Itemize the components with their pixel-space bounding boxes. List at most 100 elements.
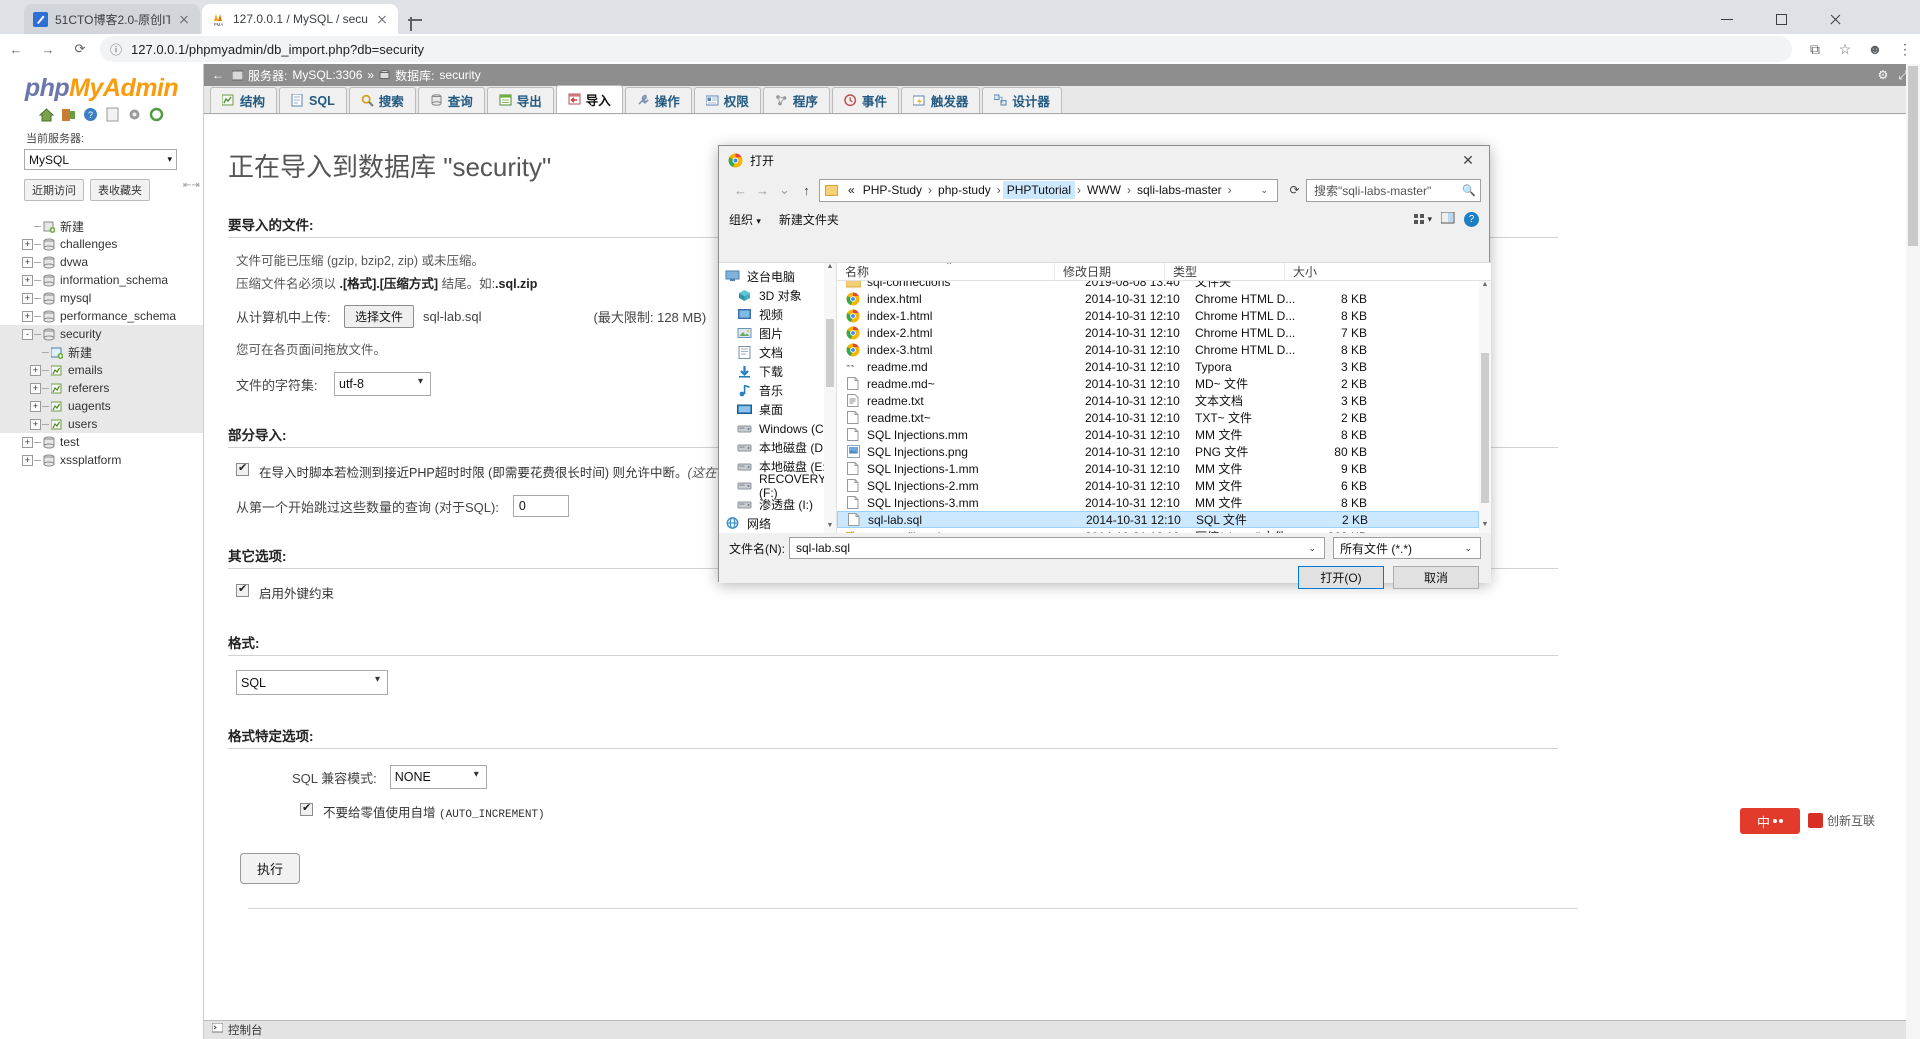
ime-indicator[interactable]: 中 xyxy=(1740,808,1800,834)
place-item[interactable]: 图片 xyxy=(719,324,836,343)
scroll-up-icon[interactable]: ▲ xyxy=(824,263,836,275)
bookmark-star-icon[interactable]: ☆ xyxy=(1830,34,1860,64)
new-folder-button[interactable]: 新建文件夹 xyxy=(779,211,839,228)
tab-搜索[interactable]: 搜索 xyxy=(348,87,416,113)
db-tree-node[interactable]: + information_schema xyxy=(0,271,203,289)
place-item[interactable]: 桌面 xyxy=(719,400,836,419)
file-row[interactable]: sql-lab.sql 2014-10-31 12:10 SQL 文件 2 KB xyxy=(837,511,1479,528)
reload-button[interactable]: ⟳ xyxy=(64,34,96,64)
tab-程序[interactable]: 程序 xyxy=(762,87,830,113)
tab-导出[interactable]: 导出 xyxy=(486,87,554,113)
tree-expander-icon[interactable]: + xyxy=(30,382,41,394)
place-item[interactable]: 网络 xyxy=(719,514,836,533)
exit-icon[interactable] xyxy=(61,107,76,122)
place-item[interactable]: 音乐 xyxy=(719,381,836,400)
file-row[interactable]: readme.txt~ 2014-10-31 12:10 TXT~ 文件 2 KB xyxy=(837,409,1479,426)
db-tree-node[interactable]: + referers xyxy=(0,379,203,397)
dialog-back-button[interactable]: ← xyxy=(731,179,750,201)
cancel-button[interactable]: 取消 xyxy=(1393,566,1479,589)
choose-file-button[interactable]: 选择文件 xyxy=(344,304,415,328)
path-crumb[interactable]: « xyxy=(844,181,859,199)
db-tree-node[interactable]: + challenges xyxy=(0,235,203,253)
browser-tab-0[interactable]: 51CTO博客2.0-原创IT技术文章 xyxy=(24,4,200,34)
path-breadcrumb-bar[interactable]: «PHP-Study › php-study › PHPTutorial › WWW › sql… xyxy=(819,178,1278,202)
dialog-forward-button[interactable]: → xyxy=(753,179,772,201)
tab-设计器[interactable]: 设计器 xyxy=(982,87,1062,113)
phpmyadmin-logo[interactable]: phpMyAdmin xyxy=(0,74,203,103)
foreign-key-checkbox[interactable] xyxy=(236,582,249,598)
tree-expander-icon[interactable]: + xyxy=(30,364,41,376)
help-icon[interactable]: ? xyxy=(83,107,98,122)
file-row[interactable]: SQL Injections.png 2014-10-31 12:10 PNG 文件… xyxy=(837,443,1479,460)
organize-button[interactable]: 组织 ▾ xyxy=(729,211,761,228)
page-scrollbar[interactable] xyxy=(1906,64,1920,1039)
filetype-select[interactable]: 所有文件 (*.*) ⌄ xyxy=(1333,537,1481,559)
window-maximize-button[interactable] xyxy=(1760,4,1806,34)
place-item[interactable]: 视频 xyxy=(719,305,836,324)
path-crumb[interactable]: PHPTutorial xyxy=(1002,181,1075,199)
file-row[interactable]: SQL Injections-2.mm 2014-10-31 12:10 MM 文件… xyxy=(837,477,1479,494)
db-tree-node[interactable]: + mysql xyxy=(0,289,203,307)
db-tree-node[interactable]: - security xyxy=(0,325,203,343)
filename-input[interactable]: sql-lab.sql ⌄ xyxy=(789,537,1325,559)
scrollbar-thumb[interactable] xyxy=(1481,353,1489,503)
recent-tables-button[interactable]: 近期访问 xyxy=(24,179,84,201)
scroll-down-icon[interactable]: ▼ xyxy=(1479,521,1491,533)
profile-icon[interactable]: ☻ xyxy=(1860,34,1890,64)
tree-expander-icon[interactable]: + xyxy=(22,238,33,250)
path-crumb[interactable]: sqli-labs-master xyxy=(1133,181,1226,199)
file-row[interactable]: ⌁⌁ readme.md 2014-10-31 12:10 Typora 3 KB xyxy=(837,358,1479,375)
tab-触发器[interactable]: 触发器 xyxy=(900,87,981,113)
breadcrumb-back-icon[interactable]: ← xyxy=(212,68,224,82)
browser-tab-1[interactable]: PMA 127.0.0.1 / MySQL / security | xyxy=(202,4,398,34)
chevron-down-icon[interactable]: ⌄ xyxy=(1460,543,1476,554)
preview-pane-icon[interactable] xyxy=(1440,211,1455,227)
breadcrumb-db-value[interactable]: security xyxy=(439,68,480,82)
place-item[interactable]: 文档 xyxy=(719,343,836,362)
place-item[interactable]: 本地磁盘 (D:) xyxy=(719,438,836,457)
tab-事件[interactable]: 事件 xyxy=(831,87,899,113)
file-row[interactable]: readme.md~ 2014-10-31 12:10 MD~ 文件 2 KB xyxy=(837,375,1479,392)
place-item[interactable]: RECOVERY (F:) xyxy=(719,472,836,500)
db-tree-node[interactable]: 新建 xyxy=(0,343,203,361)
tree-expander-icon[interactable]: + xyxy=(22,256,33,268)
file-row[interactable]: readme.txt 2014-10-31 12:10 文本文档 3 KB xyxy=(837,392,1479,409)
skip-queries-input[interactable] xyxy=(512,495,569,518)
db-tree-node[interactable]: + xssplatform xyxy=(0,451,203,469)
new-tab-button[interactable] xyxy=(404,9,426,31)
split-screen-icon[interactable]: ⧉ xyxy=(1800,34,1830,64)
db-tree-node[interactable]: + emails xyxy=(0,361,203,379)
tree-expander-icon[interactable]: + xyxy=(22,274,33,286)
reload-icon[interactable] xyxy=(149,107,164,122)
window-minimize-button[interactable] xyxy=(1706,4,1752,34)
console-bar[interactable]: 控制台 xyxy=(204,1020,1920,1039)
back-button[interactable]: ← xyxy=(0,34,32,64)
address-bar[interactable]: ⓘ 127.0.0.1/phpmyadmin/db_import.php?db=… xyxy=(100,36,1792,62)
tab-结构[interactable]: 结构 xyxy=(210,87,278,113)
tab-close-icon[interactable] xyxy=(176,11,192,27)
tab-close-icon[interactable] xyxy=(374,11,390,27)
scrollbar-thumb[interactable] xyxy=(1908,66,1918,246)
close-icon[interactable]: ✕ xyxy=(1447,146,1489,175)
view-list-icon[interactable]: ▾ xyxy=(1414,214,1432,225)
tree-expander-icon[interactable]: - xyxy=(22,328,33,340)
scroll-up-icon[interactable]: ▲ xyxy=(1479,281,1491,293)
dialog-up-button[interactable]: ↑ xyxy=(797,179,816,201)
file-row[interactable]: SQL Injections.mm 2014-10-31 12:10 MM 文件 8 … xyxy=(837,426,1479,443)
format-select[interactable]: SQL xyxy=(236,670,388,696)
forward-button[interactable]: → xyxy=(32,34,64,64)
chevron-down-icon[interactable]: ⌄ xyxy=(1304,543,1320,554)
dialog-recent-button[interactable]: ⌄ xyxy=(775,179,794,201)
open-button[interactable]: 打开(O) xyxy=(1298,566,1384,589)
docs-icon[interactable] xyxy=(105,107,120,122)
db-tree-node[interactable]: + dvwa xyxy=(0,253,203,271)
place-item[interactable]: Windows (C:) xyxy=(719,419,836,438)
file-row[interactable]: index-3.html 2014-10-31 12:10 Chrome HTML … xyxy=(837,341,1479,358)
search-icon[interactable]: 🔍 xyxy=(1462,184,1476,197)
places-scrollbar[interactable]: ▲ ▼ xyxy=(824,263,836,534)
favorite-tables-button[interactable]: 表收藏夹 xyxy=(90,179,150,201)
tree-expander-icon[interactable]: + xyxy=(22,454,33,466)
file-list-scrollbar[interactable]: ▲ ▼ xyxy=(1479,281,1491,533)
tab-导入[interactable]: 导入 xyxy=(555,85,623,113)
dialog-search-box[interactable]: 搜索"sqli-labs-master" 🔍 xyxy=(1306,178,1481,202)
